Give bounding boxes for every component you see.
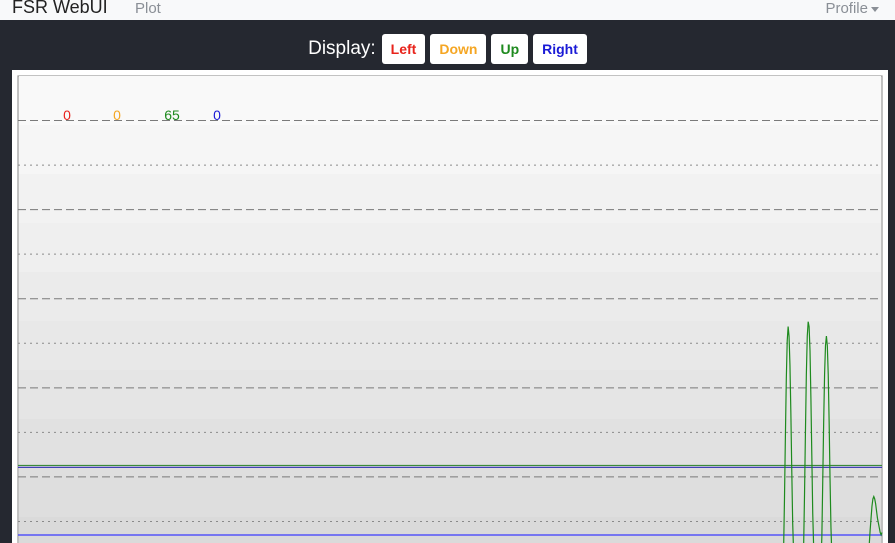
plot-background-band bbox=[19, 517, 881, 543]
sensor-plot: 0 0 65 0 bbox=[12, 70, 888, 543]
toggle-left-button[interactable]: Left bbox=[381, 34, 426, 64]
plot-background-band bbox=[19, 76, 881, 126]
display-label: Display: bbox=[308, 38, 376, 59]
readout-value: 65 bbox=[164, 107, 180, 123]
navbar: FSR WebUI Plot Profile bbox=[0, 0, 895, 20]
readout-value: 0 bbox=[113, 107, 121, 123]
plot-background-band bbox=[19, 223, 881, 273]
display-toggle-bar: Display: Left Down Up Right bbox=[0, 33, 895, 65]
plot-background-band bbox=[19, 468, 881, 518]
plot-background-band bbox=[19, 174, 881, 224]
toggle-right-button[interactable]: Right bbox=[533, 34, 587, 64]
plot-background-band bbox=[19, 419, 881, 469]
toggle-down-button[interactable]: Down bbox=[430, 34, 487, 64]
sensor-plot-canvas: 0 0 65 0 bbox=[17, 75, 883, 543]
profile-dropdown-label: Profile bbox=[825, 0, 868, 17]
profile-dropdown[interactable]: Profile bbox=[825, 0, 879, 17]
readout-value: 0 bbox=[63, 107, 71, 123]
plot-background-band bbox=[19, 370, 881, 420]
chevron-down-icon bbox=[871, 6, 879, 12]
nav-link-plot[interactable]: Plot bbox=[135, 0, 161, 17]
plot-background-band bbox=[19, 125, 881, 175]
readout-value: 0 bbox=[213, 107, 221, 123]
plot-background-band bbox=[19, 272, 881, 322]
brand-logo[interactable]: FSR WebUI bbox=[12, 0, 108, 18]
plot-background-band bbox=[19, 321, 881, 371]
toggle-up-button[interactable]: Up bbox=[491, 34, 529, 64]
